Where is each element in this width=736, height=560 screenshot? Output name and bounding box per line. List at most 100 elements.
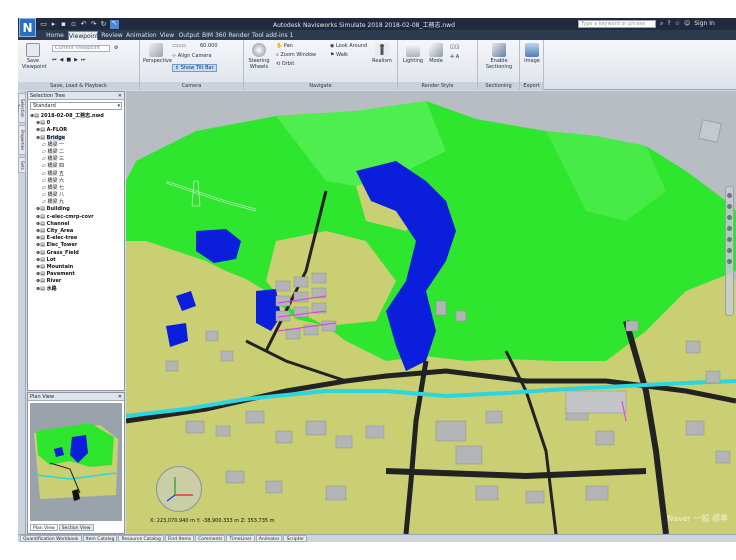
tab-output[interactable]: Output	[178, 31, 200, 40]
tree-item[interactable]: ▱ 橋梁 七	[30, 185, 122, 192]
pan-icon[interactable]	[727, 204, 732, 209]
tree-item[interactable]: ▱ 橋梁 九	[30, 199, 122, 206]
tree-item[interactable]: ⊕▤ Mountain	[30, 264, 122, 271]
new-icon[interactable]: ▭	[40, 20, 47, 28]
surfaces-icon[interactable]: ◱◲	[450, 44, 459, 50]
fov-value[interactable]: 60.000	[200, 43, 218, 49]
tab-plan-view[interactable]: Plan View	[30, 524, 58, 531]
tree-item[interactable]: ⊕▤ Elec_Tower	[30, 242, 122, 249]
close-icon[interactable]: ✕	[118, 393, 122, 401]
open-icon[interactable]: ▸	[50, 20, 57, 28]
sign-in-link[interactable]: Sign In	[694, 20, 715, 28]
viewpoint-combo[interactable]: Current Viewpoint	[52, 45, 110, 52]
tab-view[interactable]: View	[158, 31, 176, 40]
tree-item[interactable]: ⊕▤ River	[30, 278, 122, 285]
user-icon[interactable]: ☺	[684, 20, 690, 28]
viewpoint-settings-icon[interactable]: ⚙	[114, 45, 118, 51]
binoculars-icon[interactable]: ⌕	[660, 20, 663, 28]
align-camera-button[interactable]: ⊹ Align Camera	[172, 53, 212, 59]
bottom-tab[interactable]: Animator	[255, 535, 283, 542]
tree-item[interactable]: ⊕▤ 2018-02-08_工務志.nwd	[30, 113, 122, 120]
walk-button[interactable]: ⚑ Walk	[330, 52, 348, 58]
plan-view-canvas[interactable]	[30, 403, 122, 521]
expand-icon[interactable]: ⊕▤	[36, 278, 47, 284]
pan-button[interactable]: ✋ Pan	[276, 43, 293, 49]
tab-render[interactable]: Render	[228, 31, 250, 40]
tab-home[interactable]: Home	[44, 31, 66, 40]
bottom-tab[interactable]: Scripter	[283, 535, 308, 542]
search-input[interactable]: Type a keyword or phrase	[578, 20, 656, 28]
bottom-tab[interactable]: Item Catalog	[82, 535, 118, 542]
bottom-tab[interactable]: Comments	[195, 535, 226, 542]
tab-viewpoint[interactable]: Viewpoint	[68, 31, 99, 40]
tree-item[interactable]: ⊕▤ Lot	[30, 257, 122, 264]
bottom-tab[interactable]: Find Items	[164, 535, 195, 542]
expand-icon[interactable]: ⊕▤	[36, 127, 47, 133]
expand-icon[interactable]: ⊕▤	[36, 228, 47, 234]
realism-button[interactable]: Realism	[370, 43, 394, 64]
playback-controls[interactable]: ⏮◀■▶⏭	[52, 57, 88, 63]
zoom-window-button[interactable]: ⌕ Zoom Window	[276, 52, 316, 58]
enable-sectioning-button[interactable]: Enable Sectioning	[482, 43, 516, 70]
expand-icon[interactable]: ⊕▤	[30, 113, 41, 119]
expand-icon[interactable]: ⊕▤	[36, 264, 47, 270]
bottom-tab[interactable]: Quantification Workbook	[20, 535, 82, 542]
vtab-properties[interactable]: Properties	[18, 125, 26, 155]
tab-animation[interactable]: Animation	[126, 31, 157, 40]
expand-icon[interactable]: ⊕▤	[36, 214, 47, 220]
3d-viewport[interactable]: X: 223,070.940 m Y: -38,900.333 m Z: 353…	[126, 91, 736, 534]
orbit-button[interactable]: ⟲ Orbit	[276, 61, 294, 67]
look-icon[interactable]	[727, 237, 732, 242]
navigation-bar[interactable]	[725, 186, 734, 316]
undo-icon[interactable]: ↶	[80, 20, 87, 28]
walk-icon[interactable]	[727, 248, 732, 253]
expand-icon[interactable]: ⊕▤	[36, 120, 47, 126]
tree-item[interactable]: ⊕▤ City_Area	[30, 228, 122, 235]
tree-item[interactable]: ▱ 橋梁 五	[30, 171, 122, 178]
tab-tool-addins[interactable]: Tool add-ins 1	[252, 31, 293, 40]
image-export-button[interactable]: Image	[522, 43, 542, 64]
redo-icon[interactable]: ↷	[90, 20, 97, 28]
tab-bim360[interactable]: BIM 360	[202, 31, 226, 40]
tree-item[interactable]: ⊕▤ Grass_Field	[30, 250, 122, 257]
bottom-tab[interactable]: Resource Catalog	[118, 535, 164, 542]
tab-section-view[interactable]: Section View	[58, 524, 94, 531]
tree-item[interactable]: ⊕▤ 水路	[30, 286, 122, 293]
info-icon[interactable]: ?	[667, 20, 670, 28]
show-tilt-bar-button[interactable]: ⇕ Show Tilt Bar	[172, 64, 217, 72]
expand-icon[interactable]: ⊕▤	[36, 221, 47, 227]
steering-wheel-icon[interactable]	[727, 193, 732, 198]
tree-item[interactable]: ⊕▤ Channel	[30, 221, 122, 228]
orbit-icon[interactable]	[727, 226, 732, 231]
save-icon[interactable]: ▪	[60, 20, 67, 28]
expand-icon[interactable]: ⊕▤	[36, 206, 47, 212]
star-icon[interactable]: ☆	[675, 20, 680, 28]
expand-icon[interactable]: ⊕▤	[36, 250, 47, 256]
look-around-button[interactable]: ◉ Look Around	[330, 43, 367, 49]
tree-item[interactable]: ⊕▤ Pavement	[30, 271, 122, 278]
expand-icon[interactable]: ⊕▤	[36, 286, 47, 292]
tree-item[interactable]: ▱ 橋梁 一	[30, 142, 122, 149]
tree-item[interactable]: ▱ 橋梁 六	[30, 178, 122, 185]
refresh-icon[interactable]: ↻	[100, 20, 107, 28]
tree-item[interactable]: ⊕▤ Building	[30, 206, 122, 213]
zoom-icon[interactable]	[727, 215, 732, 220]
expand-icon[interactable]: ⊕▤	[36, 242, 47, 248]
tree-item[interactable]: ⊕▤ c-elec-cmrp-covr	[30, 214, 122, 221]
settings-icon[interactable]	[727, 259, 732, 264]
tree-item[interactable]: ⊕▤ 0	[30, 120, 122, 127]
tree-item[interactable]: ▱ 橋梁 四	[30, 163, 122, 170]
vtab-selection-tree[interactable]: Selection Tree	[18, 93, 26, 123]
app-logo[interactable]: N	[19, 18, 36, 37]
expand-icon[interactable]: ⊕▤	[36, 235, 47, 241]
tree-mode-select[interactable]: Standard ▾	[30, 102, 122, 110]
bottom-tab[interactable]: TimeLiner	[226, 535, 255, 542]
print-icon[interactable]: ▫	[70, 20, 77, 28]
select-icon[interactable]: ↖	[110, 19, 119, 29]
viewcube-icon[interactable]	[698, 119, 722, 143]
tree-item[interactable]: ⊕▤ E-elec-tree	[30, 235, 122, 242]
perspective-button[interactable]: Perspective	[143, 43, 172, 64]
lighting-button[interactable]: Lighting	[402, 43, 424, 64]
mode-button[interactable]: Mode	[426, 43, 446, 64]
tree-item[interactable]: ⊕▤ A-FLOR	[30, 127, 122, 134]
